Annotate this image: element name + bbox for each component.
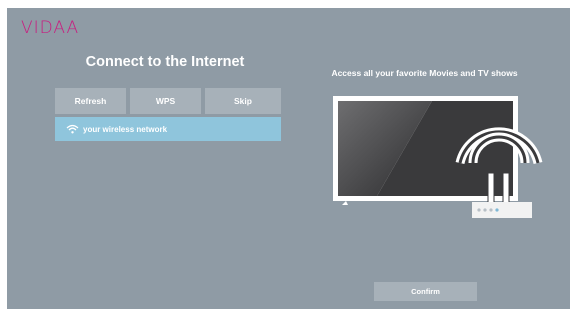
vidaa-logo: VIDAA [21,18,80,38]
confirm-button[interactable]: Confirm [374,282,477,301]
wireless-network-item[interactable]: your wireless network [55,117,281,141]
wifi-icon [66,124,79,134]
network-label: your wireless network [83,124,168,134]
router-antenna [487,172,495,204]
skip-button[interactable]: Skip [205,88,281,114]
page-title: Connect to the Internet [85,54,245,70]
tagline: Access all your favorite Movies and TV s… [331,68,518,78]
setup-screen: VIDAA Connect to the Internet Refresh WP… [7,8,570,309]
wps-button[interactable]: WPS [130,88,201,114]
router-body [472,202,532,218]
router-antenna [502,172,510,204]
tv-foot-left [342,201,348,205]
tv-router-illustration [333,96,543,218]
refresh-button[interactable]: Refresh [55,88,126,114]
